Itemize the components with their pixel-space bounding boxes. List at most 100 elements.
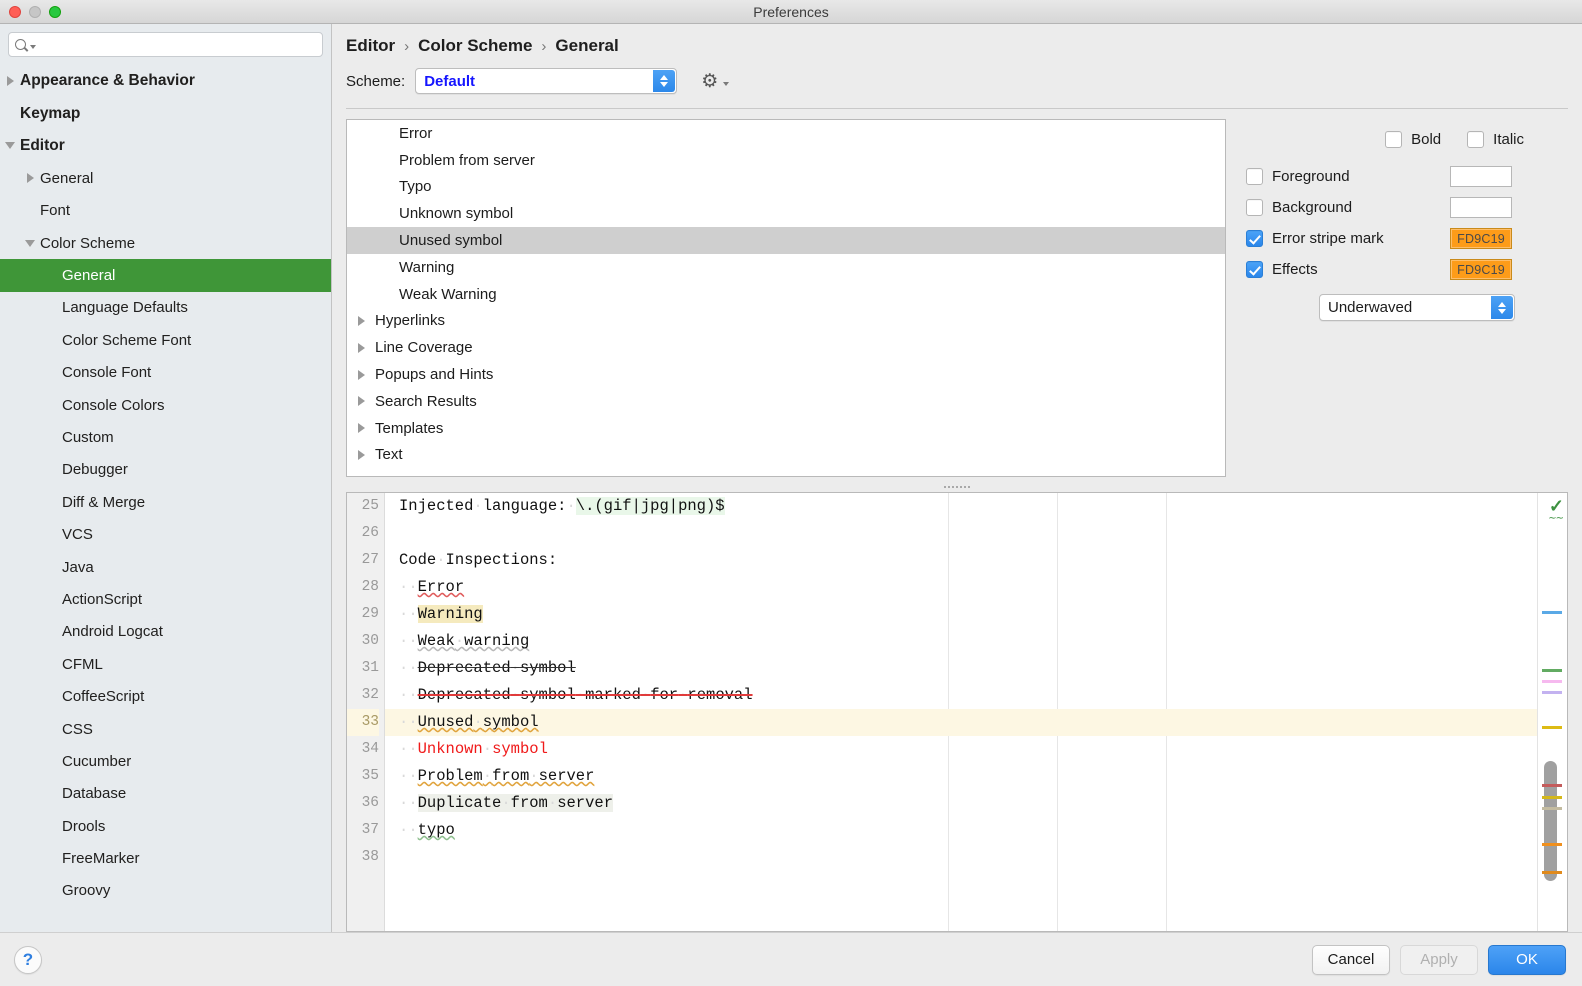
- sidebar-item-label: Font: [38, 202, 70, 219]
- sidebar-item-vcs[interactable]: VCS: [0, 518, 331, 550]
- dialog-footer: ? Cancel Apply OK: [0, 932, 1582, 986]
- chevron-down-icon[interactable]: [2, 142, 18, 149]
- checkbox[interactable]: [1246, 199, 1263, 216]
- sidebar-item-label: CFML: [60, 656, 103, 673]
- attribute-item-search-results[interactable]: Search Results: [347, 388, 1225, 415]
- attribute-item-unused-symbol[interactable]: Unused symbol: [347, 227, 1225, 254]
- stripe-marker[interactable]: [1542, 807, 1562, 810]
- property-rows: ForegroundBackgroundError stripe markFD9…: [1246, 166, 1568, 280]
- breadcrumb-item[interactable]: Color Scheme: [418, 36, 532, 56]
- effect-type-select[interactable]: Underwaved: [1319, 294, 1515, 321]
- chevron-down-icon[interactable]: [22, 240, 38, 247]
- bold-checkbox-box[interactable]: [1385, 131, 1402, 148]
- checkbox[interactable]: [1246, 230, 1263, 247]
- sidebar-item-database[interactable]: Database: [0, 778, 331, 810]
- sidebar-item-css[interactable]: CSS: [0, 713, 331, 745]
- stripe-marker[interactable]: [1542, 796, 1562, 799]
- attribute-item-templates[interactable]: Templates: [347, 415, 1225, 442]
- chevron-right-icon[interactable]: [347, 396, 375, 406]
- chevron-right-icon[interactable]: [22, 173, 38, 183]
- search-input[interactable]: [36, 36, 316, 53]
- stripe-marker[interactable]: [1542, 843, 1562, 846]
- attribute-item-problem-from-server[interactable]: Problem from server: [347, 147, 1225, 174]
- chevron-updown-icon[interactable]: [653, 70, 675, 92]
- sidebar-item-console-font[interactable]: Console Font: [0, 357, 331, 389]
- gear-icon[interactable]: ⚙: [701, 72, 729, 91]
- stripe-marker[interactable]: [1542, 691, 1562, 694]
- sidebar-item-general[interactable]: General: [0, 259, 331, 291]
- search-box[interactable]: [8, 32, 323, 57]
- attribute-item-weak-warning[interactable]: Weak Warning: [347, 281, 1225, 308]
- code-line: ··Problem·from·server: [399, 763, 1537, 790]
- sidebar-item-diff-merge[interactable]: Diff & Merge: [0, 486, 331, 518]
- sidebar-item-coffeescript[interactable]: CoffeeScript: [0, 680, 331, 712]
- italic-checkbox[interactable]: Italic: [1467, 131, 1524, 148]
- attribute-item-hyperlinks[interactable]: Hyperlinks: [347, 308, 1225, 335]
- stripe-marker[interactable]: [1542, 680, 1562, 683]
- breadcrumb-item[interactable]: Editor: [346, 36, 395, 56]
- chevron-right-icon[interactable]: [2, 76, 18, 86]
- italic-checkbox-box[interactable]: [1467, 131, 1484, 148]
- sidebar-item-font[interactable]: Font: [0, 195, 331, 227]
- scrollbar-thumb[interactable]: [1544, 761, 1557, 881]
- panel-splitter[interactable]: [346, 481, 1568, 492]
- minimize-button[interactable]: [29, 6, 41, 18]
- stripe-marker[interactable]: [1542, 871, 1562, 874]
- stripe-marker[interactable]: [1542, 726, 1562, 729]
- bold-checkbox[interactable]: Bold: [1385, 131, 1441, 148]
- sidebar-item-console-colors[interactable]: Console Colors: [0, 389, 331, 421]
- ok-button[interactable]: OK: [1488, 945, 1566, 975]
- error-stripe-panel[interactable]: ✓ ∼∼: [1537, 493, 1567, 931]
- close-button[interactable]: [9, 6, 21, 18]
- sidebar-item-drools[interactable]: Drools: [0, 810, 331, 842]
- apply-button[interactable]: Apply: [1400, 945, 1478, 975]
- sidebar-item-groovy[interactable]: Groovy: [0, 875, 331, 907]
- code-line: ··Deprecated·symbol: [399, 655, 1537, 682]
- cancel-button[interactable]: Cancel: [1312, 945, 1390, 975]
- color-swatch[interactable]: FD9C19: [1450, 259, 1512, 280]
- sidebar-item-appearance-behavior[interactable]: Appearance & Behavior: [0, 65, 331, 97]
- attribute-item-typo[interactable]: Typo: [347, 174, 1225, 201]
- stripe-marker[interactable]: [1542, 784, 1562, 787]
- breadcrumb-item[interactable]: General: [555, 36, 618, 56]
- attribute-item-error[interactable]: Error: [347, 120, 1225, 147]
- sidebar-item-keymap[interactable]: Keymap: [0, 97, 331, 129]
- sidebar-item-custom[interactable]: Custom: [0, 421, 331, 453]
- color-swatch[interactable]: FD9C19: [1450, 228, 1512, 249]
- sidebar-item-language-defaults[interactable]: Language Defaults: [0, 292, 331, 324]
- sidebar-item-debugger[interactable]: Debugger: [0, 454, 331, 486]
- sidebar-item-actionscript[interactable]: ActionScript: [0, 583, 331, 615]
- attribute-item-text[interactable]: Text: [347, 442, 1225, 469]
- attribute-item-popups-and-hints[interactable]: Popups and Hints: [347, 361, 1225, 388]
- attribute-item-unknown-symbol[interactable]: Unknown symbol: [347, 200, 1225, 227]
- sidebar-item-cfml[interactable]: CFML: [0, 648, 331, 680]
- sidebar-item-color-scheme-font[interactable]: Color Scheme Font: [0, 324, 331, 356]
- color-swatch[interactable]: [1450, 166, 1512, 187]
- chevron-right-icon[interactable]: [347, 316, 375, 326]
- sidebar-item-freemarker[interactable]: FreeMarker: [0, 842, 331, 874]
- sidebar-item-color-scheme[interactable]: Color Scheme: [0, 227, 331, 259]
- sidebar-item-java[interactable]: Java: [0, 551, 331, 583]
- scheme-select[interactable]: Default: [415, 68, 677, 94]
- preview-code[interactable]: Injected·language:·\.(gif|jpg|png)$ Code…: [385, 493, 1537, 931]
- color-swatch[interactable]: [1450, 197, 1512, 218]
- chevron-right-icon[interactable]: [347, 343, 375, 353]
- chevron-right-icon[interactable]: [347, 370, 375, 380]
- zoom-button[interactable]: [49, 6, 61, 18]
- sidebar-item-general[interactable]: General: [0, 162, 331, 194]
- settings-tree: Appearance & BehaviorKeymapEditorGeneral…: [0, 63, 331, 932]
- attributes-list[interactable]: ErrorProblem from serverTypoUnknown symb…: [346, 119, 1226, 477]
- chevron-right-icon[interactable]: [347, 450, 375, 460]
- checkbox[interactable]: [1246, 168, 1263, 185]
- sidebar-item-android-logcat[interactable]: Android Logcat: [0, 616, 331, 648]
- chevron-updown-icon[interactable]: [1491, 296, 1513, 319]
- stripe-marker[interactable]: [1542, 611, 1562, 614]
- attribute-item-line-coverage[interactable]: Line Coverage: [347, 334, 1225, 361]
- checkbox[interactable]: [1246, 261, 1263, 278]
- sidebar-item-editor[interactable]: Editor: [0, 130, 331, 162]
- chevron-right-icon[interactable]: [347, 423, 375, 433]
- stripe-marker[interactable]: [1542, 669, 1562, 672]
- attribute-item-warning[interactable]: Warning: [347, 254, 1225, 281]
- sidebar-item-cucumber[interactable]: Cucumber: [0, 745, 331, 777]
- help-button[interactable]: ?: [14, 946, 42, 974]
